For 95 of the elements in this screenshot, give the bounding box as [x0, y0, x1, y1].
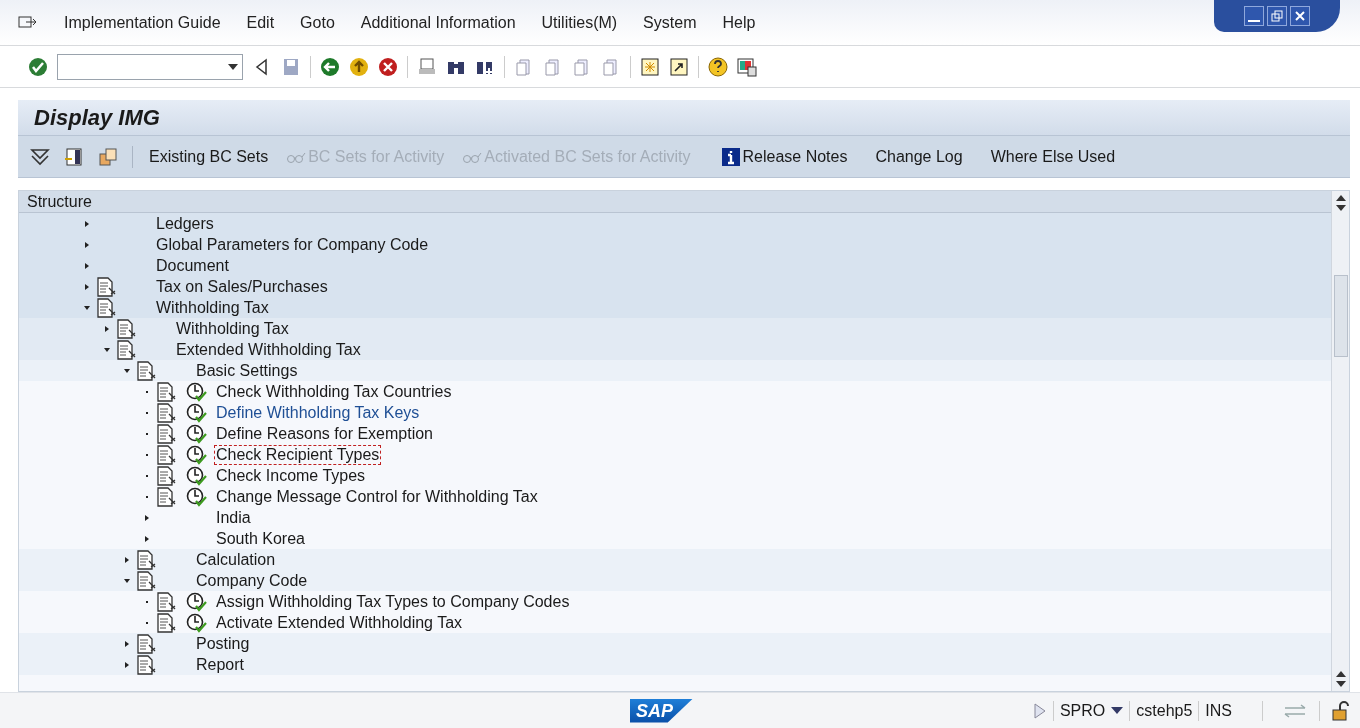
server-name: cstehp5 [1136, 700, 1193, 721]
tree-node-label[interactable]: Withholding Tax [175, 319, 290, 338]
tree-node-label[interactable]: Tax on Sales/Purchases [155, 277, 329, 296]
collapse-caret-icon[interactable] [123, 576, 131, 585]
expand-caret-icon[interactable] [103, 324, 111, 333]
expand-caret-icon[interactable] [83, 261, 91, 270]
clock-check-icon[interactable] [186, 612, 208, 633]
tree-node-label[interactable]: Check Recipient Types [215, 445, 381, 464]
clock-check-icon[interactable] [186, 591, 208, 612]
column-header: Structure [19, 191, 1331, 213]
new-window-icon[interactable] [640, 56, 660, 77]
expand-caret-icon[interactable] [123, 555, 131, 564]
clock-check-icon[interactable] [186, 444, 208, 465]
tree-node-label[interactable]: Assign Withholding Tax Types to Company Codes [215, 592, 571, 611]
layout-menu-icon[interactable] [737, 56, 757, 77]
menu-item[interactable]: Additional Information [360, 10, 516, 35]
clock-check-icon[interactable] [186, 402, 208, 423]
tree-node-label[interactable]: India [215, 508, 252, 527]
tree-node-label[interactable]: Global Parameters for Company Code [155, 235, 430, 254]
copy-pages-icon[interactable] [98, 146, 118, 167]
toolbar-button[interactable]: Existing BC Sets [147, 144, 271, 169]
tree-node-label[interactable]: Ledgers [155, 214, 215, 233]
tree-node-label[interactable]: Change Message Control for Withholding Tax [215, 487, 539, 506]
toolbar-button[interactable]: Change Log [873, 144, 965, 169]
restore-button[interactable] [1267, 6, 1287, 26]
document-icon [96, 276, 118, 297]
menu-item[interactable]: Edit [246, 10, 275, 35]
document-icon [116, 318, 138, 339]
restore-icon [1271, 10, 1283, 22]
insert-mode: INS [1205, 700, 1232, 721]
toolbar-button[interactable]: Where Else Used [988, 144, 1118, 169]
info-icon [720, 146, 741, 167]
dropdown-caret-icon[interactable] [1111, 706, 1124, 715]
clock-check-icon[interactable] [186, 465, 208, 486]
screen-title: Display IMG [34, 104, 160, 132]
filter-icon[interactable] [30, 146, 50, 167]
tree-node-label[interactable]: Activate Extended Withholding Tax [215, 613, 464, 632]
document-icon [116, 339, 138, 360]
scrollbar[interactable] [1331, 191, 1349, 691]
command-field[interactable] [57, 53, 243, 80]
menu-item[interactable]: System [643, 10, 697, 35]
tree-node-label[interactable]: Basic Settings [195, 361, 299, 380]
scroll-up-icon [1335, 671, 1346, 677]
cancel-icon[interactable] [378, 56, 398, 77]
collapse-caret-icon[interactable] [103, 345, 111, 354]
toolbar-button[interactable]: Release Notes [718, 144, 850, 169]
scroll-down-icon [1335, 205, 1346, 211]
scroll-down-icon [1335, 681, 1346, 687]
collapse-caret-icon[interactable] [123, 366, 131, 375]
tree-node-label[interactable]: Posting [195, 634, 251, 653]
play-triangle-icon[interactable] [1032, 701, 1047, 720]
document-icon [136, 654, 158, 675]
tree-node-label[interactable]: Company Code [195, 571, 309, 590]
menu-item[interactable]: Implementation Guide [64, 10, 221, 35]
expand-caret-icon[interactable] [123, 660, 131, 669]
dropdown-caret-icon[interactable] [228, 63, 238, 70]
exit-icon[interactable] [349, 56, 369, 77]
collapse-caret-icon[interactable] [83, 303, 91, 312]
help-icon[interactable] [708, 56, 728, 77]
tree-node-label[interactable]: Define Reasons for Exemption [215, 424, 434, 443]
clock-check-icon[interactable] [186, 486, 208, 507]
back-icon[interactable] [320, 56, 340, 77]
expand-caret-icon[interactable] [83, 282, 91, 291]
minimize-icon [1248, 20, 1260, 22]
expand-caret-icon[interactable] [143, 534, 151, 543]
tree-node-label[interactable]: South Korea [215, 529, 306, 548]
close-button[interactable] [1290, 6, 1310, 26]
menu-icon[interactable] [18, 14, 38, 31]
enter-check-icon[interactable] [28, 56, 48, 77]
shortcut-icon[interactable] [669, 56, 689, 77]
document-icon [96, 297, 118, 318]
document-list-icon[interactable] [64, 146, 84, 167]
menu-item[interactable]: Help [722, 10, 756, 35]
transaction-code[interactable]: SPRO [1059, 698, 1106, 723]
tree-node-label[interactable]: Document [155, 256, 230, 275]
minimize-button[interactable] [1244, 6, 1264, 26]
close-icon [1294, 10, 1306, 22]
expand-caret-icon[interactable] [83, 219, 91, 228]
clock-check-icon[interactable] [186, 423, 208, 444]
tree-node-label[interactable]: Report [195, 655, 246, 674]
expand-caret-icon[interactable] [123, 639, 131, 648]
tree-node-label[interactable]: Define Withholding Tax Keys [215, 403, 421, 422]
expand-caret-icon[interactable] [143, 513, 151, 522]
expand-caret-icon[interactable] [83, 240, 91, 249]
sap-logo: SAP [629, 698, 693, 723]
menu-item[interactable]: Goto [300, 10, 335, 35]
scroll-up-icon [1335, 195, 1346, 201]
tree-node-label[interactable]: Withholding Tax [155, 298, 270, 317]
clock-check-icon[interactable] [186, 381, 208, 402]
menu-item[interactable]: Utilities(M) [541, 10, 618, 35]
lock-icon[interactable] [1332, 700, 1350, 721]
tree-node-label[interactable]: Check Income Types [215, 466, 367, 485]
tree-node-label[interactable]: Extended Withholding Tax [175, 340, 362, 359]
tree-node-label[interactable]: Calculation [195, 550, 277, 569]
tree-node-label[interactable]: Check Withholding Tax Countries [215, 382, 453, 401]
